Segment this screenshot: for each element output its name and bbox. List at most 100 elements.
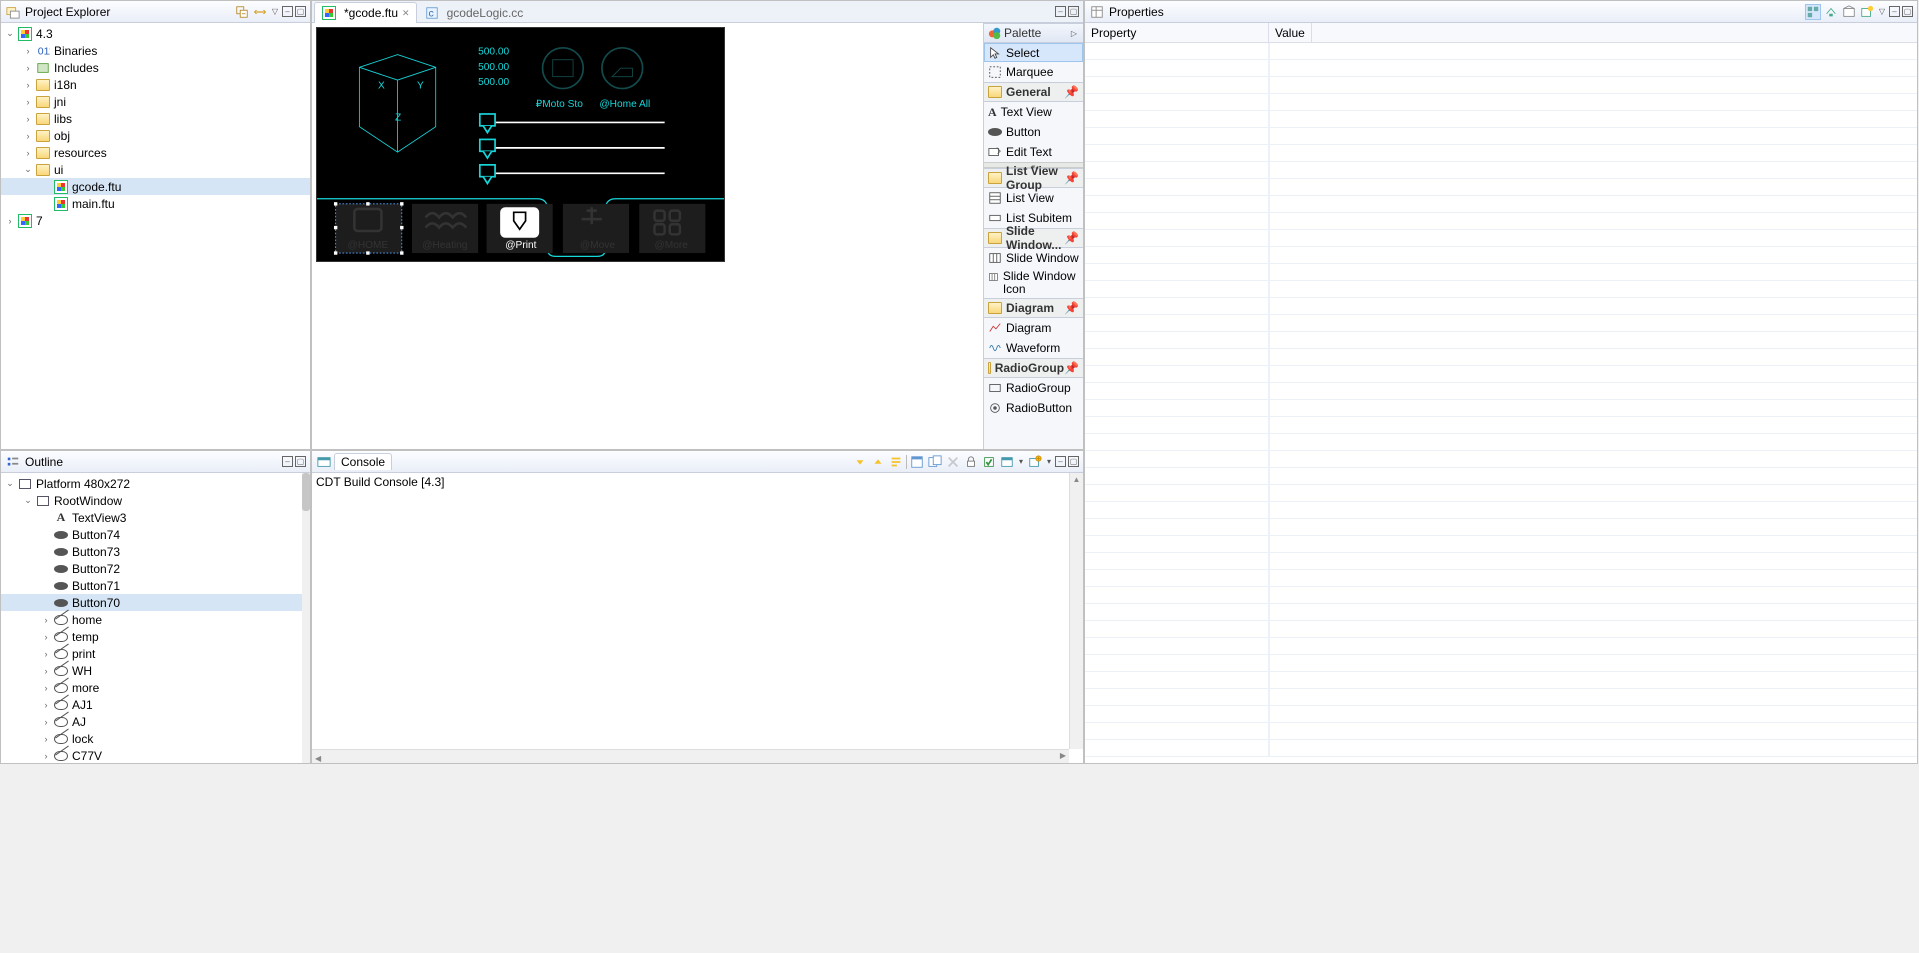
palette-select[interactable]: Select [984,43,1083,62]
tab-gcodelogic[interactable]: cgcodeLogic.cc [417,2,531,23]
outline-button72[interactable]: Button72 [1,560,310,577]
palette-slidewindow[interactable]: Slide Window [984,248,1083,268]
show-advanced-icon[interactable] [1823,4,1839,20]
properties-table[interactable]: PropertyValue [1085,23,1917,763]
svg-text:Z: Z [395,113,401,124]
restore-defaults-icon[interactable] [1841,4,1857,20]
link-editor-icon[interactable] [252,4,268,20]
tree-node-i18n[interactable]: ›i18n [1,76,310,93]
outline-temp[interactable]: ›temp [1,628,310,645]
outline-more[interactable]: ›more [1,679,310,696]
minimize-icon[interactable]: – [282,456,293,467]
view-menu-icon[interactable]: ▽ [1877,7,1887,16]
outline-wh[interactable]: ›WH [1,662,310,679]
palette-slideicon[interactable]: Slide Window Icon [984,268,1083,298]
palette-group-list[interactable]: List View Group📌 [984,168,1083,188]
copy-build-icon[interactable] [981,454,997,470]
tree-node-jni[interactable]: ›jni [1,93,310,110]
scroll-lock-icon[interactable] [963,454,979,470]
svg-text:011: 011 [38,45,50,57]
minimize-icon[interactable]: – [1055,456,1066,467]
maximize-icon[interactable]: ▢ [1902,6,1913,17]
open-console-dd[interactable]: ▾ [1017,457,1025,466]
tree-node-obj[interactable]: ›obj [1,127,310,144]
outline-button71[interactable]: Button71 [1,577,310,594]
palette-group-general[interactable]: General📌 [984,82,1083,102]
palette-edittext[interactable]: Edit Text [984,142,1083,162]
display-selected-icon[interactable] [927,454,943,470]
device-preview[interactable]: X Y Z 500.00 500.00 500.00 ₽Moto Sto [316,27,725,262]
tree-node-gcode[interactable]: gcode.ftu [1,178,310,195]
svg-text:@More: @More [654,240,688,251]
palette-textview[interactable]: AText View [984,102,1083,122]
outline-root[interactable]: ⌄RootWindow [1,492,310,509]
outline-button70[interactable]: Button70 [1,594,310,611]
palette-listview[interactable]: List View [984,188,1083,208]
tree-node-ui[interactable]: ⌄ui [1,161,310,178]
editor-tab-bar: *gcode.ftu✕ cgcodeLogic.cc – ▢ [312,1,1083,23]
svg-text:@Move: @Move [580,240,615,251]
palette-arrow-icon[interactable]: ▷ [1069,29,1079,38]
show-categories-icon[interactable] [1805,4,1821,20]
pin-icon[interactable]: 📌 [1064,85,1079,99]
outline-aj1[interactable]: ›AJ1 [1,696,310,713]
palette-group-diagram[interactable]: Diagram📌 [984,298,1083,318]
outline-textview3[interactable]: ATextView3 [1,509,310,526]
readout-1: 500.00 [478,47,509,58]
svg-text:@Print: @Print [505,240,536,251]
tree-node-main[interactable]: main.ftu [1,195,310,212]
tree-node-resources[interactable]: ›resources [1,144,310,161]
outline-button74[interactable]: Button74 [1,526,310,543]
tab-gcode[interactable]: *gcode.ftu✕ [314,2,417,23]
new-view-icon[interactable] [1859,4,1875,20]
view-menu-icon[interactable]: ▽ [270,7,280,16]
palette-marquee[interactable]: Marquee [984,62,1083,82]
minimize-icon[interactable]: – [282,6,293,17]
collapse-all-icon[interactable] [234,4,250,20]
scroll-up-icon[interactable] [870,454,886,470]
project-tree[interactable]: ⌄4.3 ›011Binaries ›Includes ›i18n ›jni ›… [1,23,310,449]
palette-group-radio[interactable]: RadioGroup📌 [984,358,1083,378]
outline-print[interactable]: ›print [1,645,310,662]
editor-canvas[interactable]: X Y Z 500.00 500.00 500.00 ₽Moto Sto [312,23,983,449]
new-console-icon[interactable] [1027,454,1043,470]
wrap-icon[interactable] [888,454,904,470]
col-value[interactable]: Value [1269,23,1312,42]
editor-maximize-icon[interactable]: ▢ [1068,6,1079,17]
tree-node-root[interactable]: ⌄4.3 [1,25,310,42]
outline-platform[interactable]: ⌄Platform 480x272 [1,475,310,492]
editor-minimize-icon[interactable]: – [1055,6,1066,17]
vscroll-track[interactable]: ▲ [1069,473,1083,749]
outline-tree[interactable]: ⌄Platform 480x272 ⌄RootWindow ATextView3… [1,473,310,763]
svg-text:₽Moto Sto: ₽Moto Sto [536,99,583,110]
outline-lock[interactable]: ›lock [1,730,310,747]
minimize-icon[interactable]: – [1889,6,1900,17]
palette-button[interactable]: Button [984,122,1083,142]
pin-console-icon[interactable] [909,454,925,470]
open-console-icon[interactable] [999,454,1015,470]
palette-radiobutton[interactable]: RadioButton [984,398,1083,418]
console-body[interactable]: CDT Build Console [4.3] ▲ ◀▶ [312,473,1083,763]
maximize-icon[interactable]: ▢ [295,456,306,467]
outline-aj[interactable]: ›AJ [1,713,310,730]
maximize-icon[interactable]: ▢ [1068,456,1079,467]
col-property[interactable]: Property [1085,23,1269,42]
outline-home[interactable]: ›home [1,611,310,628]
new-console-dd[interactable]: ▾ [1045,457,1053,466]
tree-node-includes[interactable]: ›Includes [1,59,310,76]
palette-diagram[interactable]: Diagram [984,318,1083,338]
outline-c77v[interactable]: ›C77V [1,747,310,763]
scroll-down-icon[interactable] [852,454,868,470]
tree-node-libs[interactable]: ›libs [1,110,310,127]
outline-button73[interactable]: Button73 [1,543,310,560]
tree-node-binaries[interactable]: ›011Binaries [1,42,310,59]
svg-text:500.00: 500.00 [478,62,509,73]
palette-group-slide[interactable]: Slide Window...📌 [984,228,1083,248]
maximize-icon[interactable]: ▢ [295,6,306,17]
tree-node-7[interactable]: ›7 [1,212,310,229]
palette-waveform[interactable]: Waveform [984,338,1083,358]
palette-radiogroup[interactable]: RadioGroup [984,378,1083,398]
hscroll-track[interactable]: ◀▶ [312,749,1069,763]
clear-console-icon[interactable] [945,454,961,470]
close-icon[interactable]: ✕ [402,8,410,19]
